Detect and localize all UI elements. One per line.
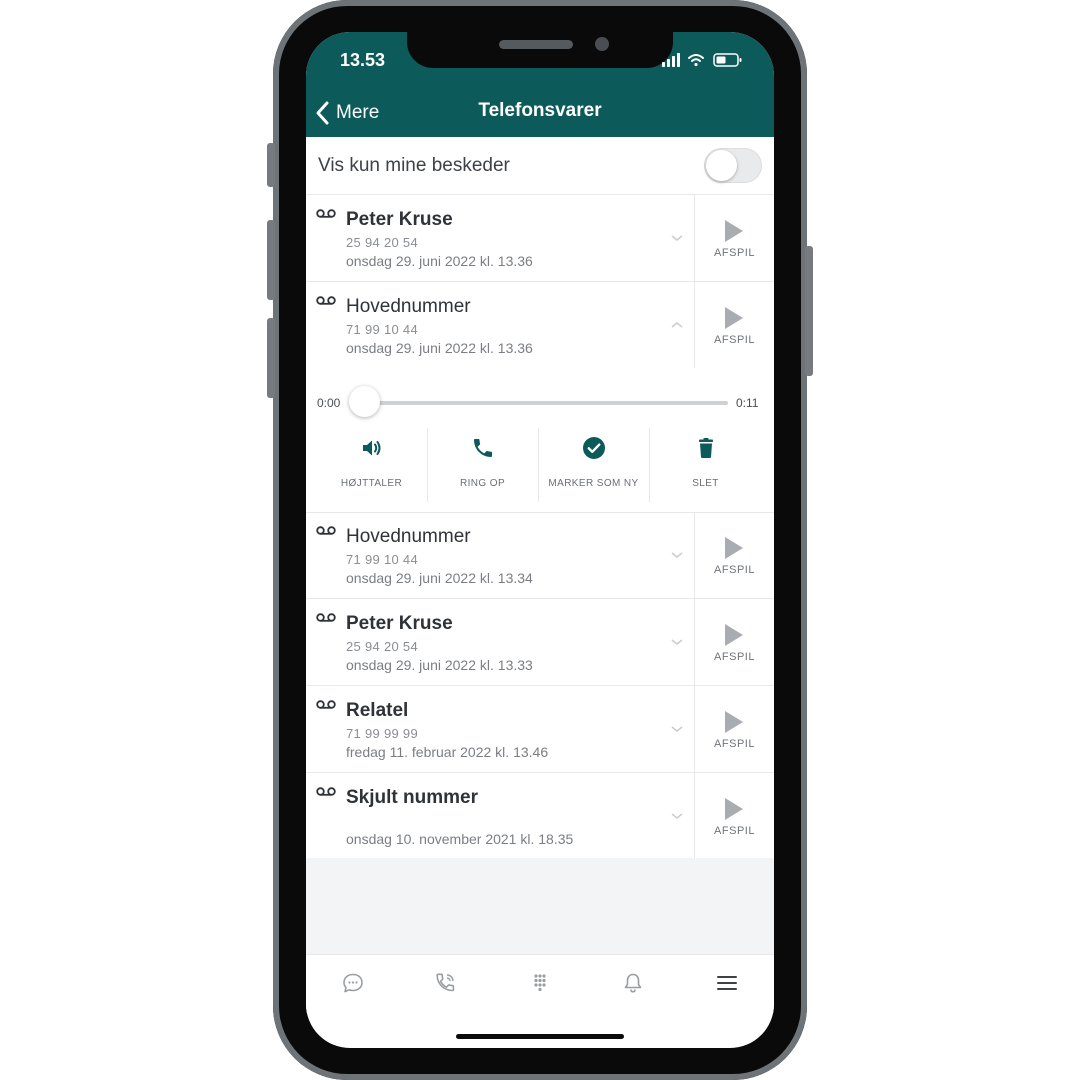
play-label: AFSPIL xyxy=(714,825,755,837)
voicemail-icon xyxy=(316,209,336,218)
audio-player: 0:00 0:11 HØJTTALER RING OP MARKER SOM N… xyxy=(306,368,774,513)
message-date: onsdag 10. november 2021 kl. 18.35 xyxy=(346,831,574,847)
voicemail-item[interactable]: Hovednummer 71 99 10 44 onsdag 29. juni … xyxy=(306,512,774,599)
voicemail-item[interactable]: Peter Kruse 25 94 20 54 onsdag 29. juni … xyxy=(306,599,774,686)
voicemail-icon xyxy=(316,787,336,796)
play-button[interactable]: AFSPIL xyxy=(695,773,774,859)
call-history-icon[interactable] xyxy=(433,972,459,994)
notch xyxy=(407,32,673,68)
play-button[interactable]: AFSPIL xyxy=(695,686,774,772)
play-button[interactable]: AFSPIL xyxy=(695,195,774,281)
empty-area xyxy=(306,858,774,954)
chevron-down-icon[interactable] xyxy=(670,811,684,821)
status-icons xyxy=(662,53,742,67)
caller-name: Peter Kruse xyxy=(346,613,453,634)
mute-switch xyxy=(267,143,275,187)
play-icon xyxy=(725,711,743,733)
caller-name: Peter Kruse xyxy=(346,209,453,230)
chevron-down-icon[interactable] xyxy=(670,550,684,560)
play-label: AFSPIL xyxy=(714,564,755,576)
home-indicator[interactable] xyxy=(456,1034,624,1039)
power-button xyxy=(805,246,813,376)
app-header: 13.53 Mere Telefonsvarer xyxy=(306,32,774,137)
voicemail-item[interactable]: Hovednummer 71 99 10 44 onsdag 29. juni … xyxy=(306,282,774,368)
status-time: 13.53 xyxy=(340,50,386,70)
play-icon xyxy=(725,798,743,820)
progress-thumb[interactable] xyxy=(349,386,380,417)
caller-number: 71 99 10 44 xyxy=(346,322,418,337)
current-time: 0:00 xyxy=(317,396,341,410)
caller-name: Relatel xyxy=(346,700,409,721)
voicemail-icon xyxy=(316,296,336,305)
earpiece-speaker xyxy=(499,40,573,49)
caller-name: Hovednummer xyxy=(346,296,471,317)
wifi-icon xyxy=(688,54,704,67)
caller-name: Hovednummer xyxy=(346,526,471,547)
message-date: fredag 11. februar 2022 kl. 13.46 xyxy=(346,744,549,760)
play-label: AFSPIL xyxy=(714,334,755,346)
message-date: onsdag 29. juni 2022 kl. 13.36 xyxy=(346,340,533,356)
tab-bar xyxy=(306,954,774,1013)
caller-number: 71 99 10 44 xyxy=(346,552,418,567)
speaker-button[interactable]: HØJTTALER xyxy=(316,426,427,500)
call-back-button[interactable]: RING OP xyxy=(427,426,538,500)
caller-number: 25 94 20 54 xyxy=(346,639,418,654)
volume-up-button xyxy=(267,220,275,300)
volume-down-button xyxy=(267,318,275,398)
mark-as-new-button[interactable]: MARKER SOM NY xyxy=(538,426,649,500)
check-circle-icon xyxy=(583,437,605,459)
filter-toggle[interactable] xyxy=(704,148,762,183)
message-date: onsdag 29. juni 2022 kl. 13.33 xyxy=(346,657,533,673)
play-icon xyxy=(725,307,743,329)
trash-icon xyxy=(699,438,713,458)
caller-number: 71 99 99 99 xyxy=(346,726,418,741)
chevron-down-icon[interactable] xyxy=(670,233,684,243)
call-back-label: RING OP xyxy=(459,478,506,489)
voicemail-item[interactable]: Peter Kruse 25 94 20 54 onsdag 29. juni … xyxy=(306,195,774,282)
voicemail-item[interactable]: Skjult nummer onsdag 10. november 2021 k… xyxy=(306,773,774,859)
battery-icon xyxy=(713,53,742,67)
speaker-icon xyxy=(363,440,381,456)
play-icon xyxy=(725,220,743,242)
play-button[interactable]: AFSPIL xyxy=(695,282,774,368)
front-camera xyxy=(595,37,609,51)
chevron-up-icon[interactable] xyxy=(670,320,684,330)
progress-track[interactable] xyxy=(364,401,728,405)
play-label: AFSPIL xyxy=(714,651,755,663)
message-date: onsdag 29. juni 2022 kl. 13.34 xyxy=(346,570,533,586)
voicemail-icon xyxy=(316,613,336,622)
toggle-knob xyxy=(706,150,737,181)
play-label: AFSPIL xyxy=(714,738,755,750)
menu-icon[interactable] xyxy=(714,972,740,994)
play-icon xyxy=(725,537,743,559)
page-title: Telefonsvarer xyxy=(478,100,602,121)
screen: 13.53 Mere Telefonsvarer Vis kun mine be… xyxy=(306,32,774,1048)
duration: 0:11 xyxy=(736,396,759,410)
mark-as-new-label: MARKER SOM NY xyxy=(548,478,639,489)
filter-row: Vis kun mine beskeder xyxy=(306,137,774,195)
message-date: onsdag 29. juni 2022 kl. 13.36 xyxy=(346,253,533,269)
chat-icon[interactable] xyxy=(340,972,366,994)
delete-button[interactable]: SLET xyxy=(650,426,761,500)
filter-label: Vis kun mine beskeder xyxy=(318,155,510,176)
chevron-down-icon[interactable] xyxy=(670,637,684,647)
play-label: AFSPIL xyxy=(714,247,755,259)
voicemail-icon xyxy=(316,526,336,535)
speaker-label: HØJTTALER xyxy=(340,478,403,489)
play-button[interactable]: AFSPIL xyxy=(695,599,774,685)
bell-icon[interactable] xyxy=(620,972,646,994)
dialpad-icon[interactable] xyxy=(527,972,553,994)
signal-icon xyxy=(662,53,680,67)
phone-icon xyxy=(474,439,492,457)
play-icon xyxy=(725,624,743,646)
chevron-down-icon[interactable] xyxy=(670,724,684,734)
voicemail-icon xyxy=(316,700,336,709)
caller-number: 25 94 20 54 xyxy=(346,235,418,250)
play-button[interactable]: AFSPIL xyxy=(695,512,774,598)
delete-label: SLET xyxy=(692,478,719,489)
voicemail-item[interactable]: Relatel 71 99 99 99 fredag 11. februar 2… xyxy=(306,686,774,773)
caller-name: Skjult nummer xyxy=(346,787,478,808)
